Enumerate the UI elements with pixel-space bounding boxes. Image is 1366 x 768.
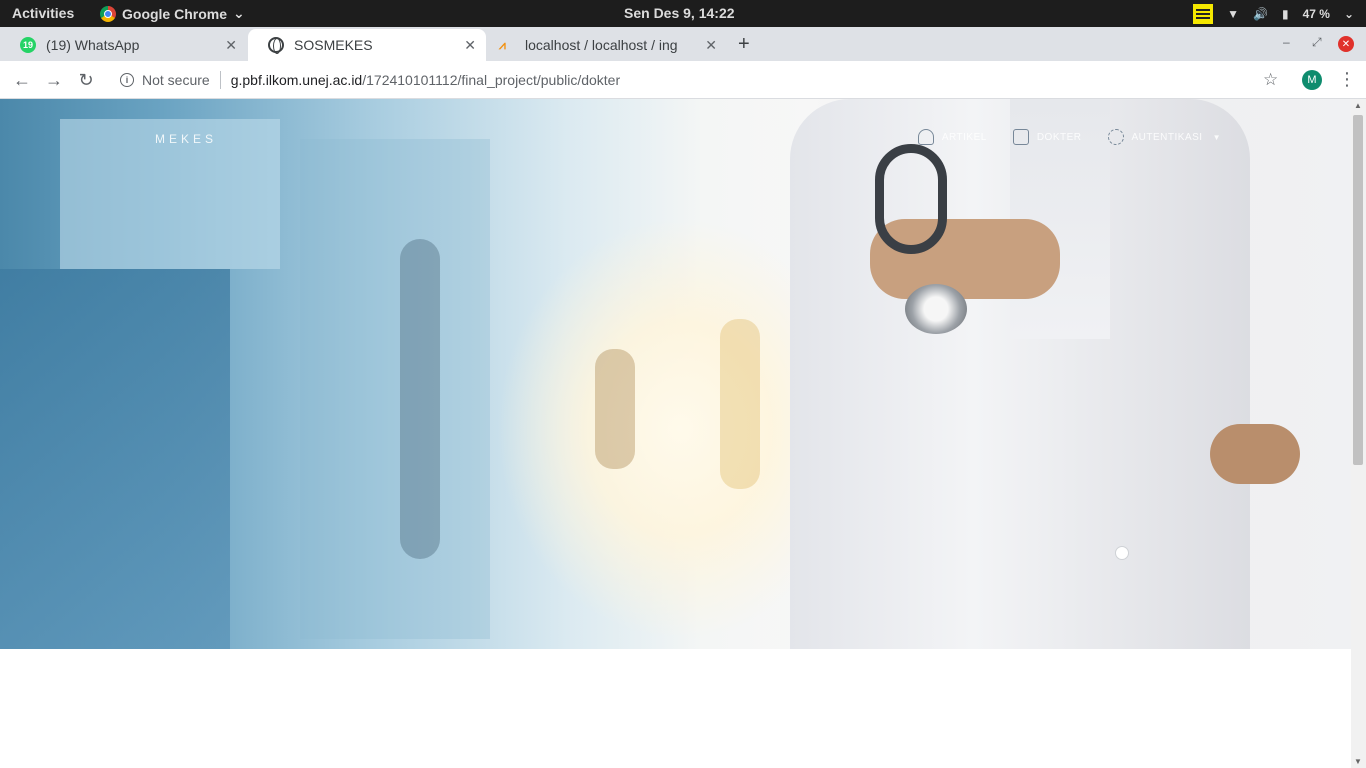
phpmyadmin-icon: ⩘ — [499, 38, 506, 52]
window-close-button[interactable]: ✕ — [1338, 36, 1354, 52]
nav-label: ARTIKEL — [941, 131, 987, 143]
scrollbar-thumb[interactable] — [1353, 115, 1363, 465]
battery-level: 47 % — [1302, 7, 1330, 21]
tab-sosmekes[interactable]: SOSMEKES ✕ — [248, 29, 486, 61]
info-icon[interactable]: i — [120, 73, 134, 87]
hero-banner: MEKES ARTIKEL DOKTER AUTENTIKASI ▼ — [0, 99, 1351, 649]
profile-avatar[interactable]: M — [1302, 70, 1322, 90]
nav-dokter[interactable]: DOKTER — [1012, 129, 1082, 145]
tab-title: SOSMEKES — [294, 37, 373, 53]
system-tray[interactable]: ▼ 🔊 ▮ 47 % ⌄ — [1193, 4, 1354, 24]
chrome-icon — [100, 5, 116, 22]
divider — [219, 71, 221, 89]
kebab-menu-icon[interactable]: ⋮ — [1338, 69, 1356, 90]
activities-button[interactable]: Activities — [12, 5, 74, 21]
app-menu[interactable]: Google Chrome ⌄ — [100, 5, 245, 22]
nav-label: DOKTER — [1036, 131, 1082, 143]
chevron-down-icon: ⌄ — [233, 5, 245, 21]
app-name: Google Chrome — [122, 5, 228, 22]
whatsapp-icon: 19 — [20, 37, 36, 53]
security-status[interactable]: Not secure — [142, 72, 210, 88]
cloud-icon — [917, 129, 934, 145]
forward-button[interactable]: → — [42, 68, 66, 92]
hero-background-shape — [0, 269, 230, 649]
person-silhouette — [400, 239, 440, 559]
nav-label: AUTENTIKASI — [1131, 131, 1203, 143]
person-silhouette — [595, 349, 635, 469]
page-viewport: MEKES ARTIKEL DOKTER AUTENTIKASI ▼ — [0, 99, 1351, 768]
url-path[interactable]: /172410101112/final_project/public/dokte… — [362, 72, 620, 88]
url-host[interactable]: g.pbf.ilkom.unej.ac.id — [231, 72, 363, 88]
stethoscope-chestpiece-image — [905, 284, 967, 334]
site-nav: ARTIKEL DOKTER AUTENTIKASI ▼ — [917, 129, 1222, 145]
close-icon[interactable]: ✕ — [705, 37, 717, 54]
person-silhouette — [720, 319, 760, 489]
minimize-icon[interactable]: – — [1283, 35, 1290, 49]
tab-phpmyadmin[interactable]: ⩘ localhost / localhost / ing ✕ — [487, 29, 727, 61]
tab-title: (19) WhatsApp — [46, 37, 140, 53]
globe-icon — [268, 37, 284, 54]
back-button[interactable]: ← — [10, 68, 34, 92]
doctor-hand-image — [1210, 424, 1300, 484]
restore-icon[interactable]: ⤢ — [1312, 35, 1322, 50]
bookmark-star-icon[interactable]: ☆ — [1263, 70, 1278, 90]
system-top-bar: Activities Google Chrome ⌄ Sen Des 9, 14… — [0, 0, 1366, 27]
caret-down-icon: ▼ — [1212, 132, 1221, 142]
wifi-icon: ▼ — [1227, 7, 1240, 21]
scroll-up-icon[interactable]: ▲ — [1354, 101, 1362, 110]
new-tab-button[interactable]: + — [738, 33, 750, 56]
nav-autentikasi[interactable]: AUTENTIKASI ▼ — [1107, 129, 1222, 145]
hero-background-shape — [300, 139, 490, 639]
tab-strip: 19 (19) WhatsApp ✕ SOSMEKES ✕ ⩘ localhos… — [0, 27, 1366, 61]
id-card-icon — [1012, 129, 1029, 145]
address-bar[interactable]: i Not secure g.pbf.ilkom.unej.ac.id /172… — [108, 65, 1288, 95]
notes-icon[interactable] — [1193, 4, 1214, 24]
tab-title: localhost / localhost / ing — [525, 37, 678, 53]
close-icon[interactable]: ✕ — [225, 37, 237, 54]
clock[interactable]: Sen Des 9, 14:22 — [624, 5, 735, 21]
coat-button-image — [1115, 546, 1129, 560]
browser-toolbar: ← → ↻ i Not secure g.pbf.ilkom.unej.ac.i… — [0, 61, 1366, 99]
tab-whatsapp[interactable]: 19 (19) WhatsApp ✕ — [0, 29, 247, 61]
chevron-down-icon: ⌄ — [1343, 7, 1354, 21]
stethoscope-image — [875, 144, 947, 254]
site-brand[interactable]: MEKES — [155, 132, 217, 146]
reload-button[interactable]: ↻ — [74, 68, 98, 92]
gear-icon — [1107, 129, 1124, 145]
scroll-down-icon[interactable]: ▼ — [1354, 757, 1362, 766]
close-icon[interactable]: ✕ — [464, 37, 476, 54]
page-scrollbar[interactable]: ▲ ▼ — [1351, 99, 1366, 768]
battery-icon: ▮ — [1281, 7, 1289, 21]
nav-artikel[interactable]: ARTIKEL — [917, 129, 987, 145]
volume-icon: 🔊 — [1253, 7, 1268, 21]
